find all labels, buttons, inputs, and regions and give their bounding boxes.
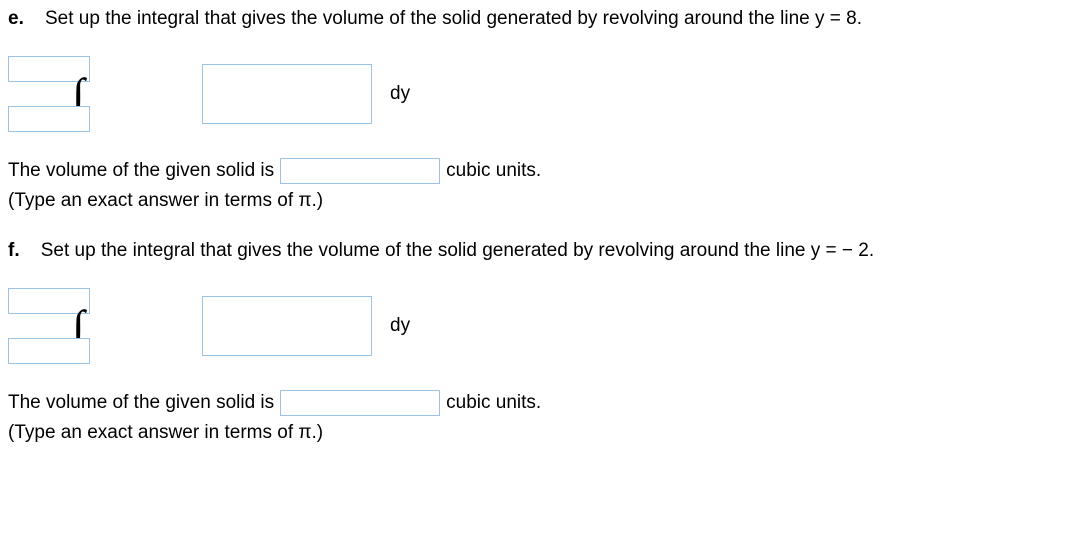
question-prompt-e: e. Set up the integral that gives the vo…	[8, 8, 1070, 30]
question-text-e: Set up the integral that gives the volum…	[45, 8, 862, 29]
question-part-e: e. Set up the integral that gives the vo…	[8, 8, 1070, 212]
volume-answer-input-e[interactable]	[280, 158, 440, 184]
integrand-input-e[interactable]	[202, 64, 372, 124]
answer-prefix-e: The volume of the given solid is	[8, 160, 274, 182]
part-label-e: e.	[8, 8, 24, 29]
question-prompt-f: f. Set up the integral that gives the vo…	[8, 240, 1070, 262]
integrand-input-f[interactable]	[202, 296, 372, 356]
part-label-f: f.	[8, 240, 20, 261]
dy-label-f: dy	[390, 315, 410, 337]
hint-text-f: (Type an exact answer in terms of π.)	[8, 422, 1070, 444]
hint-text-e: (Type an exact answer in terms of π.)	[8, 190, 1070, 212]
integral-bounds-group-e: ∫	[8, 56, 188, 132]
integral-setup-e: ∫ dy	[8, 56, 1070, 132]
dy-label-e: dy	[390, 83, 410, 105]
volume-answer-input-f[interactable]	[280, 390, 440, 416]
integral-bounds-group-f: ∫	[8, 288, 188, 364]
question-text-f: Set up the integral that gives the volum…	[41, 240, 874, 261]
answer-line-e: The volume of the given solid is cubic u…	[8, 158, 1070, 184]
answer-prefix-f: The volume of the given solid is	[8, 392, 274, 414]
lower-bound-input-f[interactable]	[8, 338, 90, 364]
answer-suffix-e: cubic units.	[446, 160, 541, 182]
answer-suffix-f: cubic units.	[446, 392, 541, 414]
question-part-f: f. Set up the integral that gives the vo…	[8, 240, 1070, 444]
answer-line-f: The volume of the given solid is cubic u…	[8, 390, 1070, 416]
integral-setup-f: ∫ dy	[8, 288, 1070, 364]
lower-bound-input-e[interactable]	[8, 106, 90, 132]
